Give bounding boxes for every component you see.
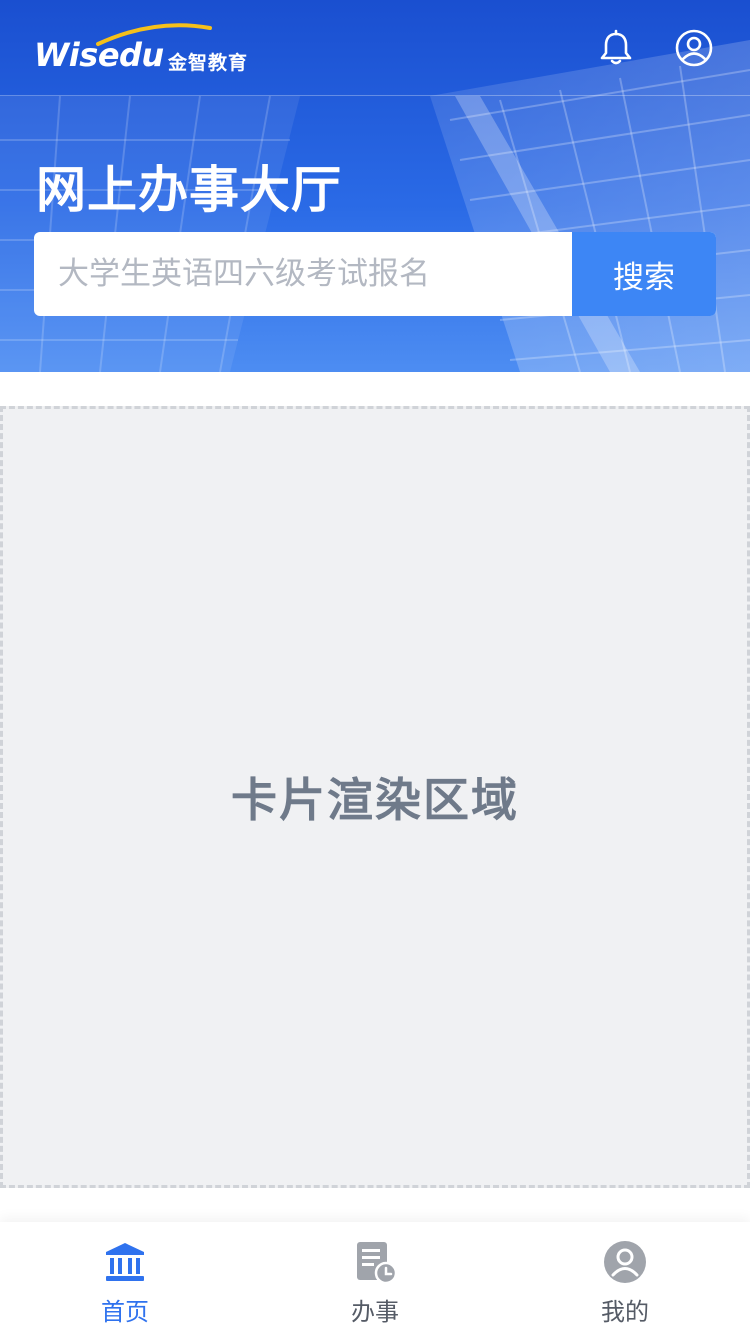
header-banner: Wisedu 金智教育 网上办事大厅 搜索 <box>0 0 750 372</box>
user-avatar-icon <box>604 1241 646 1283</box>
tab-mine-label: 我的 <box>601 1298 649 1326</box>
top-bar: Wisedu 金智教育 <box>0 0 750 96</box>
logo-text: Wisedu <box>34 36 164 74</box>
tab-services-label: 办事 <box>351 1298 399 1326</box>
tab-services[interactable]: 办事 <box>250 1222 500 1334</box>
page-title: 网上办事大厅 <box>36 161 342 219</box>
bell-icon[interactable] <box>596 28 636 68</box>
card-render-area: 卡片渲染区域 <box>0 406 750 1188</box>
tab-home[interactable]: 首页 <box>0 1222 250 1334</box>
user-circle-icon[interactable] <box>674 28 714 68</box>
wisedu-logo[interactable]: Wisedu 金智教育 <box>34 22 264 74</box>
search-button[interactable]: 搜索 <box>572 232 716 316</box>
bank-icon <box>106 1243 144 1281</box>
search-input[interactable] <box>34 232 572 316</box>
tab-mine[interactable]: 我的 <box>500 1222 750 1334</box>
search-bar: 搜索 <box>34 232 716 316</box>
logo-cn-text: 金智教育 <box>168 52 249 74</box>
bottom-tab-bar: 首页 办事 我的 <box>0 1222 750 1334</box>
page: Wisedu 金智教育 网上办事大厅 搜索 卡片渲染区域 <box>0 0 750 1334</box>
document-clock-icon <box>357 1242 397 1284</box>
tab-home-label: 首页 <box>101 1298 149 1326</box>
card-area-label: 卡片渲染区域 <box>231 773 519 827</box>
